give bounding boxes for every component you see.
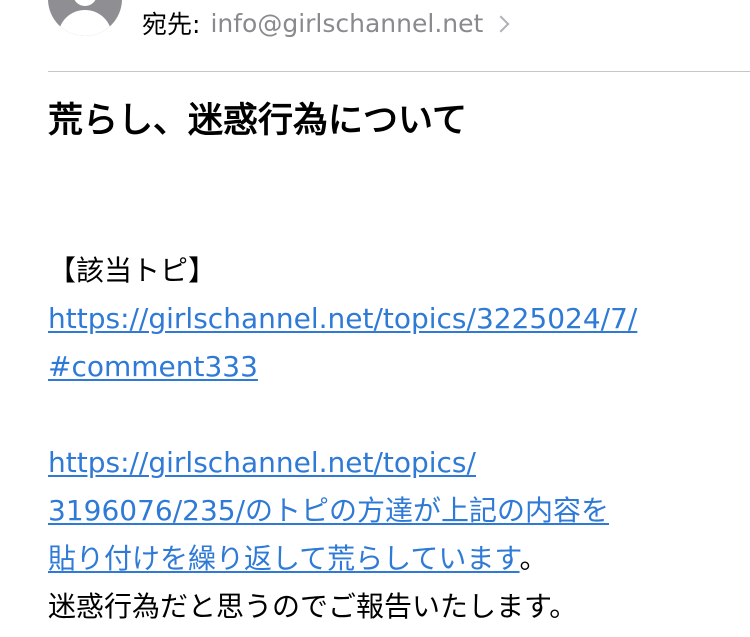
recipient-row[interactable]: 宛先: info@girlschannel.net xyxy=(142,6,510,40)
topic-link-1-line-1[interactable]: https://girlschannel.net/topics/3225024/… xyxy=(48,302,637,335)
email-subject: 荒らし、迷惑行為について xyxy=(48,101,467,141)
header-divider xyxy=(48,71,750,72)
avatar-head xyxy=(73,0,97,6)
topic-link-2-line-2[interactable]: 3196076/235/のトピの方達が上記の内容を xyxy=(48,494,609,527)
topic-link-2-line-3[interactable]: 貼り付けを繰り返して荒らしています xyxy=(48,542,520,575)
chevron-right-icon[interactable] xyxy=(492,15,510,33)
topic-heading: 【該当トピ】 xyxy=(48,254,217,287)
recipient-address[interactable]: info@girlschannel.net xyxy=(210,9,483,38)
topic-link-1-line-2[interactable]: #comment333 xyxy=(48,350,258,383)
sender-avatar-icon[interactable] xyxy=(48,0,122,36)
topic-link-2-line-1[interactable]: https://girlschannel.net/topics/ xyxy=(48,446,476,479)
sentence-period: 。 xyxy=(519,542,548,575)
closing-sentence: 迷惑行為だと思うのでご報告いたします。 xyxy=(48,590,578,623)
to-label: 宛先: xyxy=(142,10,201,39)
avatar-shoulders xyxy=(58,10,112,36)
email-body: 【該当トピ】 https://girlschannel.net/topics/3… xyxy=(48,247,728,631)
